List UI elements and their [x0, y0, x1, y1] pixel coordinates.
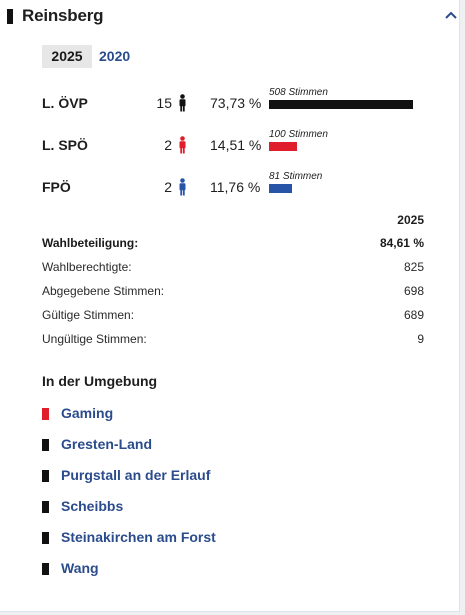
vote-share-bar — [269, 142, 297, 151]
stat-value: 689 — [403, 308, 424, 322]
stat-value: 825 — [403, 260, 424, 274]
party-color-marker — [42, 408, 49, 420]
stat-label: Wahlbeteiligung: — [42, 236, 139, 250]
nearby-link-label[interactable]: Steinakirchen am Forst — [61, 529, 216, 545]
municipality-title: Reinsberg — [22, 6, 104, 25]
nearby-link-label[interactable]: Wang — [61, 560, 99, 576]
chevron-up-icon[interactable] — [444, 9, 458, 23]
stat-row-eligible: Wahlberechtigte: 825 — [42, 260, 424, 276]
nearby-link-label[interactable]: Gaming — [61, 405, 113, 421]
party-name: L. ÖVP — [42, 95, 88, 111]
vote-count: 81 Stimmen — [269, 171, 323, 182]
tab-2025[interactable]: 2025 — [42, 45, 92, 68]
stat-value: 9 — [417, 332, 424, 346]
party-color-marker — [42, 532, 49, 544]
party-color-marker — [42, 501, 49, 513]
stat-value: 698 — [403, 284, 424, 298]
party-row-fpoe: FPÖ 2 11,76 % 81 Stimmen — [0, 171, 460, 200]
nearby-link-label[interactable]: Scheibbs — [61, 498, 123, 514]
party-row-spoe: L. SPÖ 2 14,51 % 100 Stimmen — [0, 129, 460, 158]
seat-count: 2 — [164, 179, 172, 195]
party-name: L. SPÖ — [42, 137, 88, 153]
stat-row-invalid: Ungültige Stimmen: 9 — [42, 332, 424, 348]
stat-value: 84,61 % — [379, 236, 424, 250]
party-color-marker — [7, 9, 13, 24]
person-icon — [178, 94, 187, 112]
stat-row-valid: Gültige Stimmen: 689 — [42, 308, 424, 324]
party-color-marker — [42, 439, 49, 451]
election-results-card: Reinsberg 2025 2020 L. ÖVP 15 73,73 % 50… — [0, 0, 460, 612]
vote-percent: 14,51 % — [210, 137, 262, 153]
municipality-header[interactable]: Reinsberg — [0, 0, 460, 34]
stat-label: Ungültige Stimmen: — [42, 332, 147, 346]
vote-percent: 73,73 % — [210, 95, 262, 111]
party-name: FPÖ — [42, 179, 71, 195]
person-icon — [178, 178, 187, 196]
person-icon — [178, 136, 187, 154]
vote-share-bar — [269, 100, 413, 109]
seat-count: 2 — [164, 137, 172, 153]
seat-count: 15 — [156, 95, 172, 111]
party-color-marker — [42, 470, 49, 482]
stat-row-turnout: Wahlbeteiligung: 84,61 % — [42, 236, 424, 252]
nearby-section-title: In der Umgebung — [42, 373, 158, 389]
stat-label: Abgegebene Stimmen: — [42, 284, 165, 298]
tab-2020[interactable]: 2020 — [99, 45, 130, 68]
vote-share-bar — [269, 184, 292, 193]
party-row-oevp: L. ÖVP 15 73,73 % 508 Stimmen — [0, 87, 460, 116]
nearby-link-label[interactable]: Gresten-Land — [61, 436, 152, 452]
vote-count: 100 Stimmen — [269, 129, 328, 140]
vote-count: 508 Stimmen — [269, 87, 328, 98]
stat-label: Gültige Stimmen: — [42, 308, 135, 322]
stats-year-header: 2025 — [397, 213, 424, 227]
stat-row-cast: Abgegebene Stimmen: 698 — [42, 284, 424, 300]
stat-label: Wahlberechtigte: — [42, 260, 132, 274]
nearby-link-label[interactable]: Purgstall an der Erlauf — [61, 467, 210, 483]
vote-percent: 11,76 % — [210, 179, 261, 195]
party-color-marker — [42, 563, 49, 575]
